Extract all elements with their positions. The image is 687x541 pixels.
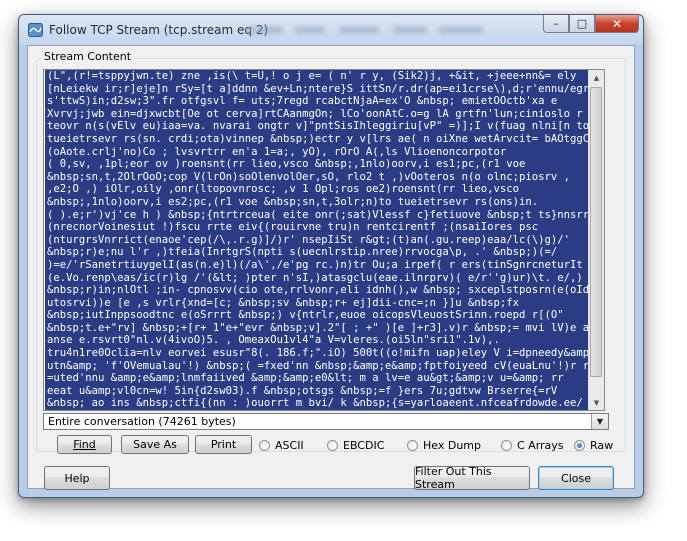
stream-line: &nbsp;t.e+"rv] &nbsp;+[r+ 1"e+"evr &nbsp… [47, 321, 593, 334]
find-button[interactable]: Find [57, 435, 112, 454]
radio-ebcdic-label: EBCDIC [343, 439, 385, 452]
stream-line: )=e/'rSanetrtiuygelI(as(n.e)l)(/a\',/e'p… [47, 258, 583, 271]
stream-text[interactable]: (L",(r!=tsppyjwn.te) zne ,is(\ t=U,! o j… [45, 70, 593, 410]
blurred-background-menu [295, 26, 325, 34]
scroll-up-icon[interactable]: ▲ [589, 70, 604, 85]
print-button[interactable]: Print [195, 435, 252, 454]
stream-line: s'ttwS)in;d2sw;3".fr otfgsvl f= uts;7reg… [47, 95, 558, 108]
stream-line: &nbsp; ao ins &nbsp;ctfi{(nn : )ouorrt m… [47, 397, 583, 410]
close-button[interactable]: Close [538, 466, 614, 490]
print-button-label: Print [210, 438, 237, 451]
dialog-client-area: Stream Content (L",(r!=tsppyjwn.te) zne … [27, 45, 635, 491]
radio-raw-circle[interactable] [574, 440, 585, 451]
conversation-select-value: Entire conversation (74261 bytes) [48, 415, 236, 428]
radio-ebcdic-circle[interactable] [327, 440, 338, 451]
stream-line: ,e2;O ,) iOlr,oily ,onr(ltopovnrosc; ,v … [47, 183, 519, 196]
radio-c-arrays-circle[interactable] [501, 440, 512, 451]
stream-line: =uted'nnu &amp;e&amp;lnmfaiived &amp;&am… [47, 372, 564, 385]
minimize-button[interactable]: – [543, 15, 569, 33]
close-icon: ✕ [611, 16, 623, 31]
filter-out-stream-button-label: Filter Out This Stream [415, 465, 492, 491]
caption-buttons: – □ ✕ [543, 15, 639, 35]
minimize-icon: – [553, 17, 559, 30]
stream-line: tueietrsevr rs(sn. crdi;ota)vinnep &nbsp… [47, 132, 590, 145]
filter-out-stream-button[interactable]: Filter Out This Stream [414, 465, 530, 491]
stream-line: [nLeiekw ir;r]eje]n rSy=[t a]ddnn &ev+Ln… [47, 82, 590, 95]
conversation-select[interactable]: Entire conversation (74261 bytes) ▼ [43, 413, 609, 430]
radio-c-arrays[interactable]: C Arrays [501, 439, 564, 452]
blurred-background-menu [393, 26, 427, 34]
stream-line: &nbsp;r)e;nu l'r ,)tfeia(InrtgrS(npti s(… [47, 246, 558, 259]
stream-line: &nbsp;r)in;nlOtl ;in- cpnosvv(cio ote,rr… [47, 284, 593, 297]
radio-ascii[interactable]: ASCII [259, 439, 304, 452]
stream-line: eeat u&amp;vl0cn=w! 5in{d2sw03).f &nbsp;… [47, 384, 558, 397]
radio-hex-dump-circle[interactable] [407, 440, 418, 451]
close-button-label: Close [561, 471, 591, 485]
follow-tcp-stream-window: Follow TCP Stream (tcp.stream eq 2) – □ … [18, 14, 644, 498]
stream-line: teovr n(s(vElv eu)iaa=va. nvarai ongtr v… [47, 120, 590, 133]
help-button[interactable]: Help [44, 466, 110, 490]
stream-line: (nrecnorVoinesiut !)fscu rrte eiv{(rouir… [47, 221, 539, 234]
radio-raw[interactable]: Raw [574, 439, 613, 452]
wireshark-app-icon [28, 23, 43, 37]
blurred-background-menu [339, 26, 379, 34]
vertical-scrollbar[interactable]: ▲ ▼ [588, 70, 604, 410]
scroll-down-icon[interactable]: ▼ [589, 395, 604, 410]
stream-line: utn&amp; 'f'OVemualau'!) &nbsp;( =fxed'n… [47, 359, 590, 372]
stream-content-label: Stream Content [41, 50, 135, 63]
radio-ebcdic[interactable]: EBCDIC [327, 439, 384, 452]
stream-line: utosrvi))e [e ,s vrlr{xnd=[c; &nbsp;sv &… [47, 296, 519, 309]
save-as-button[interactable]: Save As [121, 435, 189, 454]
stream-line: (e.Vo.renp\eas/ic(r)lg /'(&lt; )pter n's… [47, 271, 583, 284]
stream-text-area[interactable]: (L",(r!=tsppyjwn.te) zne ,is(\ t=U,! o j… [43, 69, 605, 411]
maximize-icon: □ [576, 17, 588, 30]
radio-ascii-label: ASCII [275, 439, 304, 452]
stream-line: ( 0,sv, ,1pl;eor ov )roensnt(rr lieo,vsc… [47, 158, 526, 171]
blurred-background-menu [247, 26, 283, 34]
stream-line: anse e.rsvrt0"nl.v(4ivoO)5. , OmeaxOu1vl… [47, 334, 500, 347]
window-title: Follow TCP Stream (tcp.stream eq 2) [49, 23, 269, 37]
chevron-down-icon[interactable]: ▼ [591, 414, 608, 429]
maximize-button[interactable]: □ [569, 15, 595, 33]
stream-line: (nturgrsVnrrict(enaoe'cep(/\,.r.g)]/)r' … [47, 233, 570, 246]
radio-raw-label: Raw [590, 439, 614, 452]
radio-hex-dump[interactable]: Hex Dump [407, 439, 481, 452]
stream-content-group: Stream Content (L",(r!=tsppyjwn.te) zne … [36, 50, 626, 454]
title-bar[interactable]: Follow TCP Stream (tcp.stream eq 2) – □ … [19, 15, 643, 45]
stream-line: (oAote.crlj'no)Co ; lvsvrtrr en'a 1=a;, … [47, 145, 507, 158]
stream-line: &nbsp;sn,t,2OlrOoO;cop V(lrOn)soOlenvolO… [47, 170, 570, 183]
stream-line: (L",(r!=tsppyjwn.te) zne ,is(\ t=U,! o j… [47, 70, 577, 82]
radio-c-arrays-label: C Arrays [517, 439, 564, 452]
radio-ascii-circle[interactable] [259, 440, 270, 451]
stream-line: Xvrvj;jwb ein=djxwcbt[Oe ot cerva]rtCAan… [47, 107, 583, 120]
help-button-label: Help [64, 471, 90, 485]
scroll-thumb[interactable] [590, 87, 602, 377]
save-as-button-label: Save As [133, 438, 177, 451]
radio-hex-dump-label: Hex Dump [423, 439, 481, 452]
stream-line: &nbsp;iutInppsoodtnc e(oSrrrt &nbsp;) v{… [47, 309, 564, 322]
stream-line: ( ).e;r')vj'ce h ) &nbsp;{ntrtrceua( eit… [47, 208, 590, 221]
blurred-background-menu [439, 26, 483, 34]
stream-line: tru4n1re0Oclia=nlv eorvei esusr"8(. 186.… [47, 347, 593, 360]
stream-line: &nbsp;,1nlo)oorv,i es2;pc,(r1 voe &nbsp;… [47, 195, 539, 208]
find-button-label: Find [73, 438, 96, 451]
close-window-button[interactable]: ✕ [595, 15, 639, 33]
